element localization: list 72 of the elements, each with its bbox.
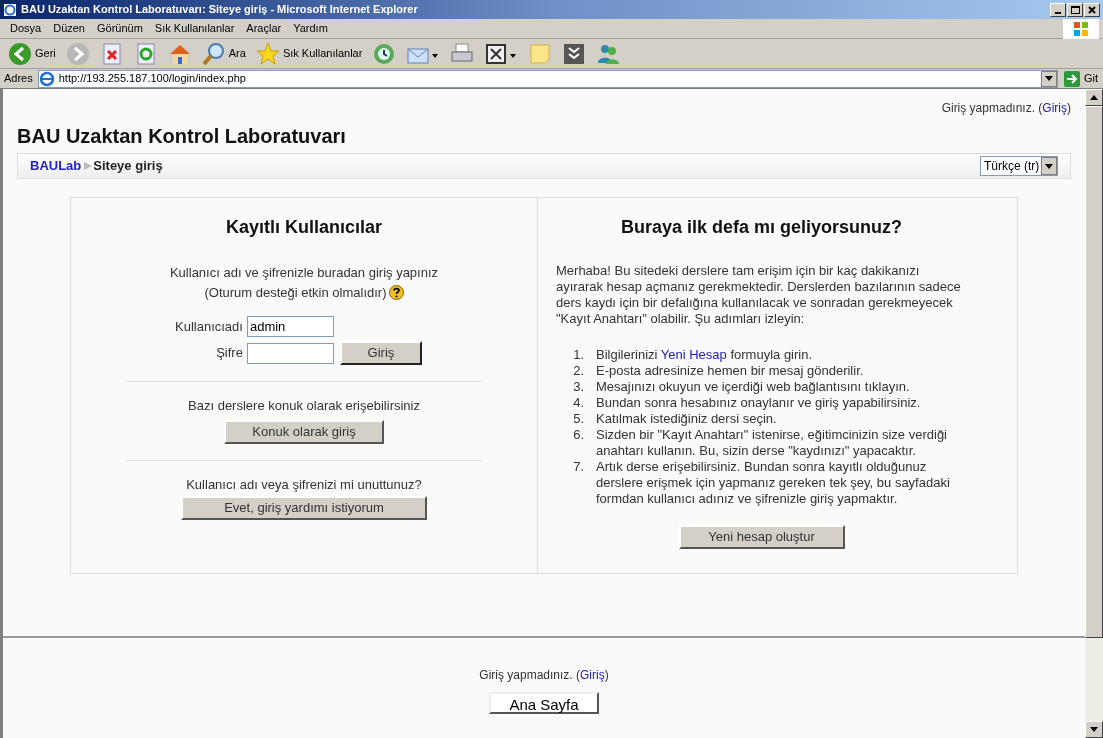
login-status-text: Giriş yapmadınız. (Giriş) (479, 667, 609, 684)
maximize-button[interactable] (1067, 2, 1083, 17)
favorites-button[interactable]: Sık Kullanılanlar (253, 40, 365, 67)
scroll-down-icon (1090, 727, 1098, 732)
step-text: Mesajınızı okuyun ve içerdiği web bağlantısını tıklayın. (596, 379, 910, 395)
menu-item[interactable]: Araçlar (240, 20, 288, 37)
step-number: 4. (572, 395, 585, 411)
menu-item[interactable]: Sık Kullanılanlar (148, 20, 241, 37)
step-number: 7. (572, 459, 585, 476)
login-button[interactable]: Giriş (339, 341, 422, 365)
breadcrumb-arrow-icon (83, 161, 94, 171)
close-button[interactable] (1084, 2, 1100, 17)
dropdown-arrow-icon (1044, 76, 1053, 81)
search-icon (201, 41, 226, 66)
instruction-text: Bazı derslere konuk olarak erişebilirsiniz (188, 397, 420, 415)
back-button[interactable]: Geri (6, 40, 58, 67)
step-text: Bundan sonra hesabınız onaylanır ve giriş yapabilirsiniz. (596, 395, 921, 411)
star-icon (255, 41, 280, 66)
login-link[interactable]: Giriş (1042, 101, 1067, 115)
signup-link[interactable]: Yeni Hesap (660, 347, 727, 362)
window-title: BAU Uzaktan Kontrol Laboratuvarı: Siteye giriş - Microsoft Internet Explorer (21, 2, 418, 18)
home-button[interactable]: Ana Sayfa (489, 692, 599, 714)
step-number: 3. (572, 379, 585, 395)
guest-login-button[interactable]: Konuk olarak giriş (224, 419, 384, 444)
instruction-text: (Oturum desteği etkin olmalıdır) (204, 283, 387, 302)
step-number: 5. (572, 411, 585, 427)
field-label: Kullanıcıadı (175, 317, 243, 336)
dropdown-arrow-icon (1045, 163, 1053, 169)
username-field[interactable]: admin (246, 316, 334, 337)
field-label: Şifre (215, 344, 243, 363)
instruction-text: Kullanıcı adı veya şifrenizi mi unuttunuz? (186, 475, 422, 494)
step-number: 2. (572, 363, 585, 379)
menu-item[interactable]: Yardım (287, 20, 334, 37)
login-status-text: Giriş yapmadınız. (Giriş) (941, 100, 1071, 117)
step-text: Artık derse erişebilirsiniz. Bundan sonra kayıtlı olduğunuz derslere erişmek için yapmanız gereken tek şey, bu sayfadaki formdan kullanıcı adınız ve şifrenizle giriş yapmaktır. (596, 459, 951, 507)
step-number: 6. (572, 427, 585, 444)
maximize-icon (1070, 5, 1080, 14)
instruction-text: Kullanıcı adı ve şifrenizle buradan giriş yapınız (169, 264, 439, 282)
create-account-button[interactable]: Yeni hesap oluştur (678, 525, 845, 549)
step-text: E-posta adresinize hemen bir mesaj gönderilir. (596, 363, 864, 379)
help-icon (388, 284, 404, 300)
step-text: Katılmak istediğiniz dersi seçin. (596, 411, 777, 427)
section-heading: Buraya ilk defa mı geliyorsunuz? (619, 216, 904, 239)
section-heading: Kayıtlı Kullanıcılar (225, 216, 383, 239)
minimize-icon (1055, 11, 1061, 14)
windows-logo-icon (1073, 20, 1089, 37)
menu-item[interactable]: Görünüm (91, 20, 149, 37)
address-label: Adres (3, 71, 34, 87)
note-icon (528, 41, 553, 66)
site-title: BAU Uzaktan Kontrol Laboratuvarı (17, 124, 346, 149)
go-button[interactable]: Git (1060, 70, 1101, 87)
login-link[interactable]: Giriş (580, 668, 605, 682)
search-button[interactable]: Ara (199, 40, 248, 67)
close-icon (1088, 5, 1096, 14)
step-text: Bilgilerinizi Yeni Hesap formuyla girin. (596, 347, 813, 363)
password-field[interactable] (246, 342, 334, 364)
scroll-up-icon (1090, 95, 1098, 100)
password-help-button[interactable]: Evet, giriş yardımı istiyorum (181, 496, 427, 520)
breadcrumb-current: Siteye giriş (93, 157, 163, 176)
step-text: Sizden bir "Kayıt Anahtarı" istenirse, eğitimcinizin size verdiği anahtarı kullanın. Bu, sizin derse "kaydınızı" yapacaktır. (596, 427, 948, 459)
step-number: 1. (572, 347, 585, 363)
menu-item[interactable]: Dosya (4, 20, 48, 37)
address-field[interactable]: http://193.255.187.100/login/index.php (37, 69, 1058, 88)
intro-paragraph: Merhaba! Bu sitedeki derslere tam erişim için bir kaç dakikanızı ayırarak hesap açmanız gerekmektedir. Derslerden bazılarının sadece ders kaydı için bir defalığına kullanılacak ve sonradan gerekmeyecek "Kayıt Anahtarı" olabilir. Şu adımları izleyin: (556, 263, 962, 327)
minimize-button[interactable] (1050, 2, 1066, 17)
menu-item[interactable]: Düzen (47, 20, 91, 37)
go-arrow-icon (1063, 70, 1080, 87)
browser-icon (3, 2, 17, 17)
language-select[interactable]: Türkçe (tr) (980, 156, 1058, 176)
scrollbar[interactable] (1085, 89, 1103, 738)
breadcrumb-link[interactable]: BAULab (30, 156, 82, 176)
history-icon (372, 41, 397, 66)
